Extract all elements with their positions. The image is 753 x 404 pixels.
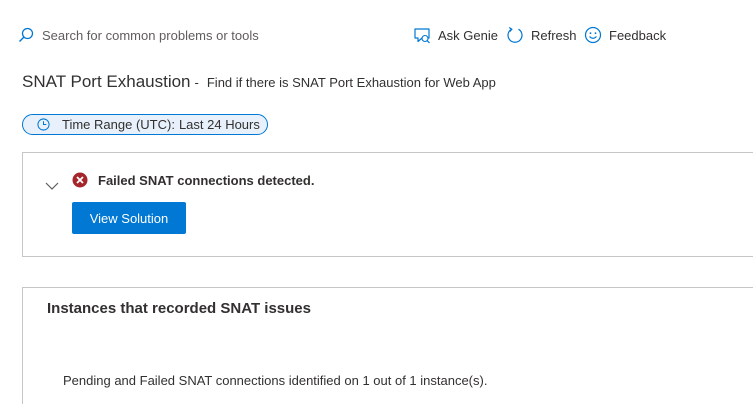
page: Ask Genie Refresh Feedback SNAT Port Exh… [0, 0, 753, 404]
ask-genie-label: Ask Genie [438, 27, 498, 43]
toolbar: Ask Genie Refresh Feedback [0, 0, 753, 60]
instances-card-body: Pending and Failed SNAT connections iden… [63, 373, 488, 388]
view-solution-button[interactable]: View Solution [72, 202, 186, 234]
time-range-picker[interactable]: Time Range (UTC): Last 24 Hours [22, 114, 268, 135]
feedback-icon [584, 26, 602, 44]
clock-icon [37, 118, 50, 131]
page-header: SNAT Port Exhaustion - Find if there is … [22, 72, 496, 92]
refresh-button[interactable]: Refresh [506, 24, 577, 46]
title-separator: - [194, 75, 199, 90]
time-range-label: Time Range (UTC): [62, 117, 175, 132]
time-range-value: Last 24 Hours [178, 117, 260, 132]
alert-message: Failed SNAT connections detected. [98, 173, 315, 188]
feedback-button[interactable]: Feedback [584, 24, 666, 46]
error-icon [72, 172, 88, 188]
refresh-icon [507, 26, 523, 43]
feedback-label: Feedback [609, 27, 667, 43]
ask-genie-icon [414, 28, 430, 44]
search-icon [19, 27, 34, 42]
ask-genie-button[interactable]: Ask Genie [413, 24, 498, 46]
page-title: SNAT Port Exhaustion [22, 72, 191, 91]
search-input[interactable] [42, 25, 342, 45]
refresh-label: Refresh [531, 27, 577, 43]
search-box[interactable] [18, 24, 358, 46]
page-subtitle: Find if there is SNAT Port Exhaustion fo… [206, 75, 496, 90]
instances-card-title: Instances that recorded SNAT issues [47, 300, 311, 317]
instances-card: Instances that recorded SNAT issues Pend… [22, 287, 753, 404]
alert-card: Failed SNAT connections detected. View S… [22, 152, 753, 257]
chevron-down-icon[interactable] [45, 179, 59, 193]
